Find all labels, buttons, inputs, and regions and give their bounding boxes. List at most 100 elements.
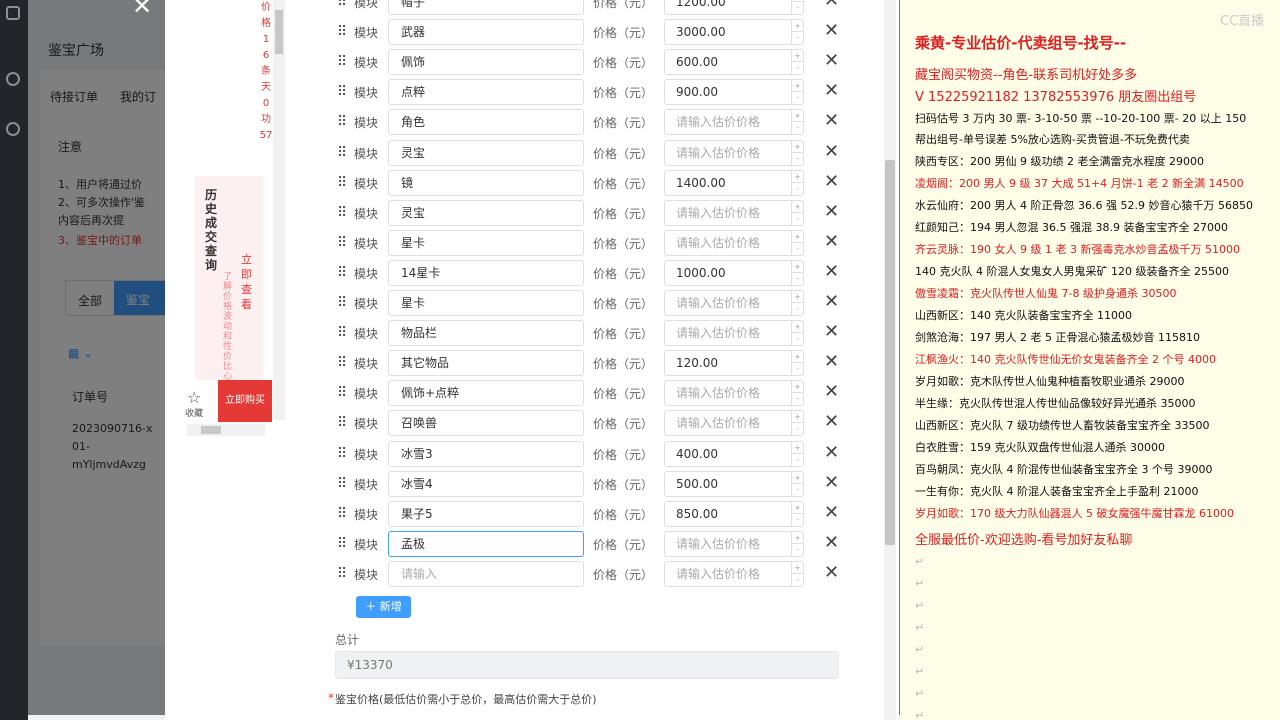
increment-icon[interactable]: + [792, 532, 803, 544]
buy-now-button[interactable]: 立即购买 [218, 380, 272, 422]
history-link[interactable]: 立即查看 [241, 252, 253, 312]
drag-handle-icon[interactable]: ⠿ [337, 507, 347, 521]
price-input[interactable]: 3000.00 + - [664, 19, 804, 46]
price-stepper[interactable]: +- [791, 501, 803, 526]
increment-icon[interactable]: + [792, 291, 803, 303]
delete-row-icon[interactable]: ✕ [824, 531, 839, 555]
drag-handle-icon[interactable]: ⠿ [337, 115, 347, 129]
price-stepper[interactable]: +- [791, 411, 803, 436]
module-name-input[interactable]: 帽子 [388, 0, 584, 15]
price-input[interactable]: 1400.00 + - [664, 169, 804, 196]
delete-row-icon[interactable]: ✕ [824, 561, 839, 585]
price-stepper[interactable]: +- [791, 260, 803, 285]
price-stepper[interactable]: +- [791, 471, 803, 496]
delete-row-icon[interactable]: ✕ [824, 410, 839, 434]
increment-icon[interactable]: + [792, 231, 803, 243]
price-stepper[interactable]: +- [791, 0, 803, 14]
price-stepper[interactable]: +- [791, 200, 803, 225]
drag-handle-icon[interactable]: ⠿ [337, 206, 347, 220]
drag-handle-icon[interactable]: ⠿ [337, 567, 347, 581]
delete-row-icon[interactable]: ✕ [824, 79, 839, 103]
module-name-input[interactable]: 14星卡 [388, 259, 584, 286]
price-input[interactable]: 请输入估价价格 + - [664, 229, 804, 256]
module-name-input[interactable]: 点粹 [388, 79, 584, 106]
decrement-icon[interactable]: - [792, 243, 803, 255]
decrement-icon[interactable]: - [792, 62, 803, 74]
delete-row-icon[interactable]: ✕ [824, 441, 839, 465]
delete-row-icon[interactable]: ✕ [824, 49, 839, 73]
price-input[interactable]: 请输入估价价格 + - [664, 199, 804, 226]
module-name-input[interactable]: 果子5 [388, 500, 584, 527]
delete-row-icon[interactable]: ✕ [824, 290, 839, 314]
drag-handle-icon[interactable]: ⠿ [337, 356, 347, 370]
increment-icon[interactable]: + [792, 442, 803, 454]
price-input[interactable]: 请输入估价价格 + - [664, 139, 804, 166]
module-name-input[interactable]: 灵宝 [388, 199, 584, 226]
scrollbar-thumb[interactable] [201, 426, 221, 434]
price-input[interactable]: 1000.00 + - [664, 259, 804, 286]
drag-handle-icon[interactable]: ⠿ [337, 416, 347, 430]
module-name-input[interactable]: 其它物品 [388, 350, 584, 377]
price-stepper[interactable]: +- [791, 110, 803, 135]
drag-handle-icon[interactable]: ⠿ [337, 326, 347, 340]
drag-handle-icon[interactable]: ⠿ [337, 85, 347, 99]
drag-handle-icon[interactable]: ⠿ [337, 236, 347, 250]
delete-row-icon[interactable]: ✕ [824, 140, 839, 164]
module-name-input[interactable]: 佩饰+点粹 [388, 380, 584, 407]
decrement-icon[interactable]: - [792, 303, 803, 315]
decrement-icon[interactable]: - [792, 183, 803, 195]
scrollbar-thumb[interactable] [885, 160, 895, 545]
delete-row-icon[interactable]: ✕ [824, 19, 839, 43]
module-name-input[interactable]: 角色 [388, 109, 584, 136]
module-name-input[interactable]: 灵宝 [388, 139, 584, 166]
module-name-input[interactable]: 星卡 [388, 229, 584, 256]
increment-icon[interactable]: + [792, 110, 803, 123]
price-stepper[interactable]: +- [791, 20, 803, 45]
user-icon[interactable] [6, 122, 20, 136]
delete-row-icon[interactable]: ✕ [824, 170, 839, 194]
price-input[interactable]: 500.00 + - [664, 470, 804, 497]
increment-icon[interactable]: + [792, 261, 803, 273]
price-stepper[interactable]: +- [791, 441, 803, 466]
price-stepper[interactable]: +- [791, 321, 803, 346]
close-icon[interactable]: ✕ [132, 0, 152, 18]
increment-icon[interactable]: + [792, 472, 803, 484]
star-icon[interactable]: ☆ [187, 388, 201, 407]
module-name-input[interactable]: 请输入 [388, 560, 584, 587]
decrement-icon[interactable]: - [792, 544, 803, 556]
module-name-input[interactable]: 冰雪3 [388, 440, 584, 467]
price-stepper[interactable]: +- [791, 140, 803, 165]
increment-icon[interactable]: + [792, 321, 803, 334]
price-input[interactable]: 请输入估价价格 + - [664, 410, 804, 437]
decrement-icon[interactable]: - [792, 92, 803, 104]
delete-row-icon[interactable]: ✕ [824, 260, 839, 284]
increment-icon[interactable]: + [792, 411, 803, 424]
decrement-icon[interactable]: - [792, 514, 803, 526]
price-stepper[interactable]: +- [791, 170, 803, 195]
increment-icon[interactable]: + [792, 381, 803, 394]
increment-icon[interactable]: + [792, 562, 803, 574]
price-input[interactable]: 请输入估价价格 + - [664, 380, 804, 407]
decrement-icon[interactable]: - [792, 484, 803, 496]
delete-row-icon[interactable]: ✕ [824, 380, 839, 404]
drag-handle-icon[interactable]: ⠿ [337, 386, 347, 400]
price-input[interactable]: 请输入估价价格 + - [664, 109, 804, 136]
price-stepper[interactable]: +- [791, 381, 803, 406]
price-stepper[interactable]: +- [791, 291, 803, 315]
decrement-icon[interactable]: - [792, 153, 803, 165]
decrement-icon[interactable]: - [792, 213, 803, 225]
price-stepper[interactable]: +- [791, 351, 803, 376]
decrement-icon[interactable]: - [792, 454, 803, 466]
drag-handle-icon[interactable]: ⠿ [337, 176, 347, 190]
increment-icon[interactable]: + [792, 502, 803, 514]
delete-row-icon[interactable]: ✕ [824, 200, 839, 224]
delete-row-icon[interactable]: ✕ [824, 109, 839, 133]
drag-handle-icon[interactable]: ⠿ [337, 296, 347, 310]
favorite-label[interactable]: 收藏 [185, 406, 203, 419]
price-stepper[interactable]: +- [791, 561, 803, 586]
decrement-icon[interactable]: - [792, 363, 803, 375]
price-input[interactable]: 1200.00 +- [664, 0, 804, 15]
price-input[interactable]: 600.00 + - [664, 49, 804, 76]
increment-icon[interactable]: + [792, 141, 803, 153]
drag-handle-icon[interactable]: ⠿ [337, 477, 347, 491]
